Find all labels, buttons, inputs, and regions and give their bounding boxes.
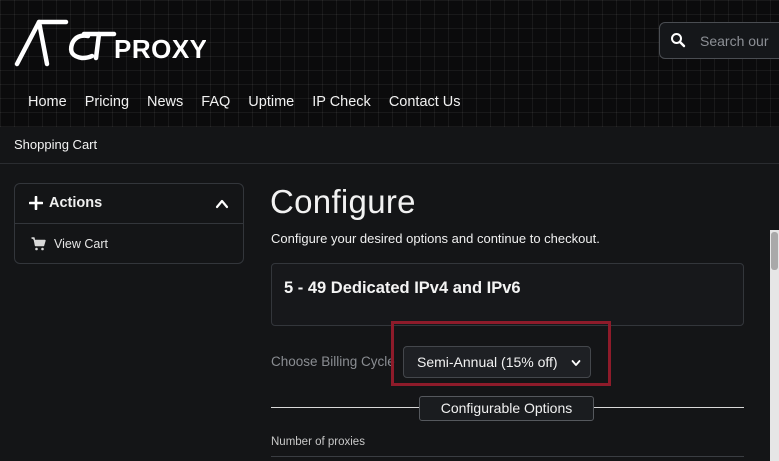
search-input[interactable]: [700, 30, 779, 52]
chevron-up-icon[interactable]: [215, 197, 229, 211]
nav-pricing[interactable]: Pricing: [76, 94, 138, 110]
search-box[interactable]: [659, 22, 779, 59]
nav-ip-check[interactable]: IP Check: [303, 94, 380, 110]
nav-home[interactable]: Home: [19, 94, 76, 110]
view-cart-link[interactable]: View Cart: [31, 235, 108, 253]
configurable-options-heading: Configurable Options: [419, 396, 594, 421]
billing-cycle-value: Semi-Annual (15% off): [417, 354, 558, 370]
scrollbar-thumb[interactable]: [771, 232, 778, 270]
product-name: 5 - 49 Dedicated IPv4 and IPv6: [284, 279, 521, 297]
page-title: Configure: [270, 183, 416, 220]
number-of-proxies-input[interactable]: [271, 456, 744, 461]
main-nav: Home Pricing News FAQ Uptime IP Check Co…: [19, 94, 470, 110]
actions-panel-title: Actions: [49, 195, 103, 211]
nav-uptime[interactable]: Uptime: [239, 94, 303, 110]
cart-icon: [31, 237, 46, 251]
actions-panel-header[interactable]: Actions: [15, 184, 243, 224]
search-icon[interactable]: [670, 32, 686, 48]
nav-faq[interactable]: FAQ: [192, 94, 239, 110]
logo-graphic: PROXY: [14, 19, 207, 67]
view-cart-label: View Cart: [54, 237, 108, 251]
product-card: 5 - 49 Dedicated IPv4 and IPv6: [271, 263, 744, 326]
chevron-down-icon: [571, 360, 581, 366]
nav-contact-us[interactable]: Contact Us: [380, 94, 470, 110]
actproxy-logo[interactable]: PROXY: [14, 14, 207, 70]
billing-cycle-label: Choose Billing Cycle: [271, 354, 395, 369]
nav-news[interactable]: News: [138, 94, 192, 110]
plus-icon: [29, 196, 43, 210]
breadcrumb-current: Shopping Cart: [14, 137, 98, 152]
number-of-proxies-label: Number of proxies: [271, 436, 365, 448]
svg-text:PROXY: PROXY: [114, 34, 206, 64]
site-header: PROXY Home Pricing News FAQ Uptime IP Ch…: [0, 0, 779, 127]
billing-cycle-select[interactable]: Semi-Annual (15% off): [403, 346, 591, 378]
breadcrumb: Shopping Cart: [0, 127, 779, 164]
page-subtitle: Configure your desired options and conti…: [271, 231, 600, 246]
actions-panel: Actions View Cart: [14, 183, 244, 264]
